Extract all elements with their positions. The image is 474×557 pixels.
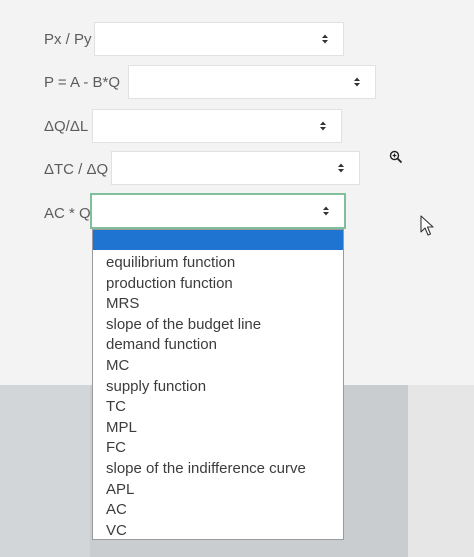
select-ac-q[interactable]: [90, 193, 346, 229]
updown-chevron-icon: [323, 206, 329, 216]
dropdown-option[interactable]: demand function: [106, 335, 306, 356]
label-ac-q: AC * Q: [44, 205, 91, 222]
dropdown-option[interactable]: MRS: [106, 294, 306, 315]
background-panel: [408, 385, 474, 557]
updown-chevron-icon: [338, 163, 344, 173]
dropdown-option-empty-highlighted[interactable]: [93, 230, 343, 250]
dropdown-option[interactable]: APL: [106, 480, 306, 501]
dropdown-option[interactable]: supply function: [106, 377, 306, 398]
dropdown-option[interactable]: MPL: [106, 418, 306, 439]
dropdown-option[interactable]: MC: [106, 356, 306, 377]
dropdown-options: equilibrium function production function M…: [106, 253, 306, 541]
dropdown-option[interactable]: production function: [106, 274, 306, 295]
select-demand-eq[interactable]: [128, 65, 376, 99]
select-px-py[interactable]: [94, 22, 344, 56]
dropdown-option[interactable]: TC: [106, 397, 306, 418]
dropdown-option[interactable]: AC: [106, 500, 306, 521]
background-area: [0, 385, 90, 557]
zoom-cursor-icon: [389, 150, 403, 164]
pointer-cursor-icon: [420, 215, 434, 236]
select-dq-dl[interactable]: [92, 109, 342, 143]
updown-chevron-icon: [322, 34, 328, 44]
label-demand-eq: P = A - B*Q: [44, 74, 121, 91]
label-px-py: Px / Py: [44, 31, 92, 48]
updown-chevron-icon: [320, 121, 326, 131]
select-dtc-dq[interactable]: [111, 151, 360, 185]
label-dtc-dq: ΔTC / ΔQ: [44, 161, 109, 178]
dropdown-list: equilibrium function production function M…: [92, 229, 344, 540]
label-dq-dl: ΔQ/ΔL: [44, 118, 89, 135]
dropdown-option[interactable]: slope of the indifference curve: [106, 459, 306, 480]
updown-chevron-icon: [354, 77, 360, 87]
dropdown-option[interactable]: FC: [106, 438, 306, 459]
dropdown-option[interactable]: VC: [106, 521, 306, 542]
dropdown-option[interactable]: slope of the budget line: [106, 315, 306, 336]
dropdown-option[interactable]: equilibrium function: [106, 253, 306, 274]
